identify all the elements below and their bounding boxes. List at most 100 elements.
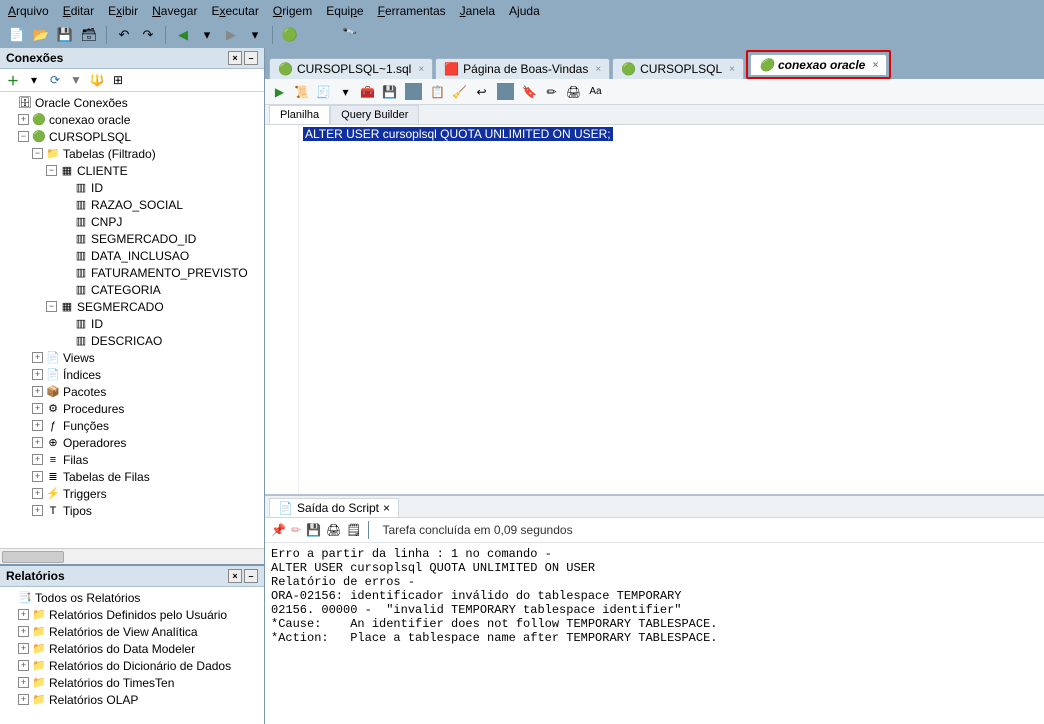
sql-editor[interactable]: ALTER USER cursoplsql QUOTA UNLIMITED ON… xyxy=(265,125,1044,494)
editor-tab[interactable]: 🟢conexao oracle× xyxy=(750,54,887,75)
tree-item[interactable]: −▦SEGMERCADO xyxy=(4,298,262,315)
tree-toggle-icon[interactable]: + xyxy=(32,386,43,397)
undo-icon[interactable]: ↶ xyxy=(115,26,133,44)
editor-tab[interactable]: 🟢CURSOPLSQL~1.sql× xyxy=(269,58,433,79)
tree-item[interactable]: +≣Tabelas de Filas xyxy=(4,468,262,485)
explain-icon[interactable]: 🧾 xyxy=(315,83,332,100)
eraser-icon[interactable]: ✏ xyxy=(291,523,301,537)
print-icon[interactable]: 🖨 xyxy=(565,83,582,100)
menu-ajuda[interactable]: Ajuda xyxy=(509,4,540,18)
editor-tab[interactable]: 🟢CURSOPLSQL× xyxy=(612,58,744,79)
tree-toggle-icon[interactable]: + xyxy=(18,609,29,620)
tree-item[interactable]: ▥DATA_INCLUSAO xyxy=(4,247,262,264)
clear-icon[interactable]: 🧹 xyxy=(451,83,468,100)
redo-icon[interactable]: ↷ xyxy=(139,26,157,44)
tree-item[interactable]: +📄Índices xyxy=(4,366,262,383)
tree-toggle-icon[interactable]: + xyxy=(18,114,29,125)
autotrace-icon[interactable]: 🧰 xyxy=(359,83,376,100)
run-icon[interactable]: ▶ xyxy=(271,83,288,100)
menu-ferramentas[interactable]: Ferramentas xyxy=(378,4,446,18)
sql-text[interactable]: ALTER USER cursoplsql QUOTA UNLIMITED ON… xyxy=(303,127,613,141)
tree-toggle-icon[interactable]: + xyxy=(32,505,43,516)
tree-toggle-icon[interactable]: + xyxy=(32,437,43,448)
add-conn-dd-icon[interactable]: ▾ xyxy=(26,72,42,88)
edit-icon[interactable]: ✏ xyxy=(543,83,560,100)
menu-editar[interactable]: Editar xyxy=(63,4,94,18)
commit-icon[interactable]: 💾 xyxy=(381,83,398,100)
task-icon[interactable]: 🗒 xyxy=(346,523,361,537)
close-icon[interactable]: × xyxy=(726,64,735,75)
dd-icon[interactable]: ▾ xyxy=(337,83,354,100)
sql-icon[interactable]: 🟢 xyxy=(281,26,299,44)
close-icon[interactable]: × xyxy=(383,501,390,515)
save-all-icon[interactable]: 🗃 xyxy=(80,26,98,44)
tree-item[interactable]: +⚡Triggers xyxy=(4,485,262,502)
tree-toggle-icon[interactable]: − xyxy=(46,301,57,312)
save-out-icon[interactable]: 💾 xyxy=(306,523,321,537)
case-icon[interactable]: Aa xyxy=(587,83,604,100)
tree-toggle-icon[interactable]: + xyxy=(32,420,43,431)
new-icon[interactable]: 📄 xyxy=(8,26,26,44)
tree-toggle-icon[interactable]: + xyxy=(18,660,29,671)
back-icon[interactable]: ◀ xyxy=(174,26,192,44)
panel-close-icon[interactable]: × xyxy=(228,569,242,583)
panel-min-icon[interactable]: – xyxy=(244,569,258,583)
tree-item[interactable]: ▥ID xyxy=(4,179,262,196)
tree-item[interactable]: +⚙Procedures xyxy=(4,400,262,417)
tree-item[interactable]: ▥DESCRICAO xyxy=(4,332,262,349)
tree-item[interactable]: +ƒFunções xyxy=(4,417,262,434)
tree-toggle-icon[interactable]: + xyxy=(32,403,43,414)
tree-toggle-icon[interactable]: − xyxy=(18,131,29,142)
reports-tree[interactable]: 📑Todos os Relatórios+📁Relatórios Definid… xyxy=(0,587,264,724)
tree-item[interactable]: ▥SEGMERCADO_ID xyxy=(4,230,262,247)
close-icon[interactable]: × xyxy=(869,60,878,71)
connections-tree[interactable]: 🗄Oracle Conexões+🟢conexao oracle−🟢CURSOP… xyxy=(0,92,264,548)
editor-tab[interactable]: 🟥Página de Boas-Vindas× xyxy=(435,58,610,79)
tree-item[interactable]: +📄Views xyxy=(4,349,262,366)
tree-toggle-icon[interactable]: + xyxy=(18,643,29,654)
tree-toggle-icon[interactable]: + xyxy=(18,677,29,688)
refresh-conn-icon[interactable]: ⟳ xyxy=(47,72,63,88)
print-out-icon[interactable]: 🖨 xyxy=(326,523,341,537)
menu-origem[interactable]: Origem xyxy=(273,4,312,18)
tree-icon[interactable]: 🔱 xyxy=(89,72,105,88)
fwd-icon[interactable]: ▶ xyxy=(222,26,240,44)
tree-toggle-icon[interactable]: + xyxy=(32,471,43,482)
menu-executar[interactable]: Executar xyxy=(211,4,258,18)
sql-hist-icon[interactable]: 📋 xyxy=(429,83,446,100)
save-icon[interactable]: 💾 xyxy=(56,26,74,44)
tree-item[interactable]: +📦Pacotes xyxy=(4,383,262,400)
output-text[interactable]: Erro a partir da linha : 1 no comando - … xyxy=(265,543,1044,724)
tree-item[interactable]: ▥FATURAMENTO_PREVISTO xyxy=(4,264,262,281)
tree-item[interactable]: +📁Relatórios OLAP xyxy=(4,691,262,708)
tree-item[interactable]: +📁Relatórios de View Analítica xyxy=(4,623,262,640)
close-icon[interactable]: × xyxy=(415,64,424,75)
tree-item[interactable]: 📑Todos os Relatórios xyxy=(4,589,262,606)
grid-icon[interactable]: ⊞ xyxy=(110,72,126,88)
tree-item[interactable]: +🟢conexao oracle xyxy=(4,111,262,128)
tree-toggle-icon[interactable]: − xyxy=(32,148,43,159)
menu-janela[interactable]: Janela xyxy=(460,4,495,18)
filter-icon[interactable]: ▼ xyxy=(68,72,84,88)
tree-item[interactable]: ▥RAZAO_SOCIAL xyxy=(4,196,262,213)
tree-item[interactable]: +📁Relatórios Definidos pelo Usuário xyxy=(4,606,262,623)
tree-item[interactable]: ▥CNPJ xyxy=(4,213,262,230)
open-icon[interactable]: 📂 xyxy=(32,26,50,44)
rollback-icon[interactable]: ↩ xyxy=(473,83,490,100)
tree-toggle-icon[interactable]: + xyxy=(32,369,43,380)
tab-planilha[interactable]: Planilha xyxy=(269,105,330,124)
menu-equipe[interactable]: Equipe xyxy=(326,4,363,18)
tree-item[interactable]: −▦CLIENTE xyxy=(4,162,262,179)
tree-item[interactable]: +📁Relatórios do Data Modeler xyxy=(4,640,262,657)
tree-item[interactable]: +≡Filas xyxy=(4,451,262,468)
tree-toggle-icon[interactable]: − xyxy=(46,165,57,176)
run-script-icon[interactable]: 📜 xyxy=(293,83,310,100)
panel-close-icon[interactable]: × xyxy=(228,51,242,65)
tree-toggle-icon[interactable]: + xyxy=(32,352,43,363)
tree-toggle-icon[interactable]: + xyxy=(32,454,43,465)
tree-toggle-icon[interactable]: + xyxy=(32,488,43,499)
close-icon[interactable]: × xyxy=(592,64,601,75)
tree-item[interactable]: +📁Relatórios do Dicionário de Dados xyxy=(4,657,262,674)
tree-toggle-icon[interactable]: + xyxy=(18,694,29,705)
menu-navegar[interactable]: Navegar xyxy=(152,4,197,18)
